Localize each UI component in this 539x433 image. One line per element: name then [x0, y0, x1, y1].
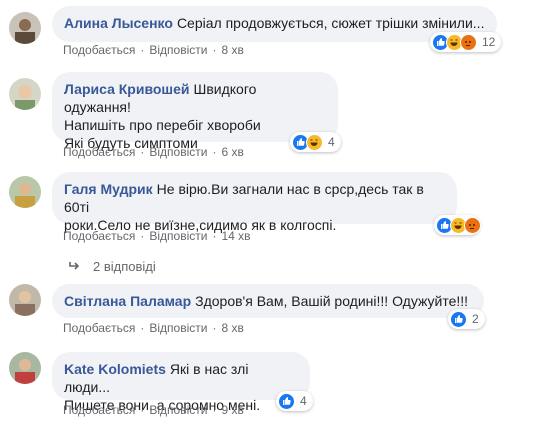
timestamp[interactable]: 8 хв	[221, 43, 243, 57]
replies-count[interactable]: 2 відповіді	[93, 259, 156, 274]
reply-button[interactable]: Відповісти	[149, 229, 207, 243]
comment-author[interactable]: Галя Мудрик	[64, 181, 153, 197]
like-button[interactable]: Подобається	[63, 321, 135, 335]
comment-actions: Подобається · Відповісти · 14 хв	[63, 229, 251, 243]
reaction-summary[interactable]: 4	[290, 132, 341, 152]
like-button[interactable]: Подобається	[63, 43, 135, 57]
timestamp[interactable]: 8 хв	[221, 321, 243, 335]
reaction-summary[interactable]: 4	[276, 391, 313, 411]
like-button[interactable]: Подобається	[63, 403, 135, 417]
reply-arrow-icon	[69, 259, 81, 274]
comment-bubble: Лариса Кривошей Швидкого одужання! Напиші…	[52, 72, 338, 151]
comment-text: Здоров'я Вам, Вашій родині!!! Одужуйте!!…	[195, 293, 469, 309]
avatar[interactable]	[9, 78, 41, 110]
reaction-summary[interactable]	[434, 215, 481, 235]
reaction-summary[interactable]: 12	[430, 32, 502, 52]
avatar[interactable]	[9, 176, 41, 208]
angry-icon	[460, 33, 477, 51]
like-icon	[450, 310, 467, 328]
reaction-count: 4	[328, 135, 335, 149]
comment-bubble: Світлана Паламар Здоров'я Вам, Вашій роди…	[52, 284, 484, 318]
reaction-count: 2	[472, 312, 479, 326]
timestamp[interactable]: 9 хв	[221, 403, 243, 417]
angry-icon	[464, 216, 481, 234]
avatar[interactable]	[9, 12, 41, 44]
reply-button[interactable]: Відповісти	[149, 321, 207, 335]
like-button[interactable]: Подобається	[63, 145, 135, 159]
like-button[interactable]: Подобається	[63, 229, 135, 243]
comment-actions: Подобається · Відповісти · 6 хв	[63, 145, 244, 159]
comment-bubble: Галя Мудрик Не вірю.Ви загнали нас в срср…	[52, 172, 457, 233]
reaction-count: 12	[482, 35, 496, 49]
reply-button[interactable]: Відповісти	[149, 145, 207, 159]
comment-actions: Подобається · Відповісти · 9 хв	[63, 403, 244, 417]
reaction-count: 4	[300, 394, 307, 408]
comment-author[interactable]: Світлана Паламар	[64, 293, 191, 309]
avatar[interactable]	[9, 284, 41, 316]
like-icon	[278, 392, 295, 410]
reply-button[interactable]: Відповісти	[149, 43, 207, 57]
comment-author[interactable]: Лариса Кривошей	[64, 81, 190, 97]
comment-bubble: Kate Kolomiets Які в нас злі люди... Пише…	[52, 352, 310, 413]
comment-actions: Подобається · Відповісти · 8 хв	[63, 43, 244, 57]
comment-actions: Подобається · Відповісти · 8 хв	[63, 321, 244, 335]
haha-icon	[306, 133, 323, 151]
avatar[interactable]	[9, 352, 41, 384]
comment-author[interactable]: Kate Kolomiets	[64, 361, 166, 377]
timestamp[interactable]: 6 хв	[221, 145, 243, 159]
comment-text: Серіал продовжується, сюжет трішки зміни…	[176, 15, 485, 31]
reply-button[interactable]: Відповісти	[149, 403, 207, 417]
comment-text: Напишіть про перебіг хвороби	[64, 117, 261, 133]
timestamp[interactable]: 14 хв	[221, 229, 250, 243]
view-replies-link[interactable]: 2 відповіді	[69, 259, 156, 274]
comment-author[interactable]: Алина Лысенко	[64, 15, 173, 31]
reaction-summary[interactable]: 2	[448, 309, 485, 329]
